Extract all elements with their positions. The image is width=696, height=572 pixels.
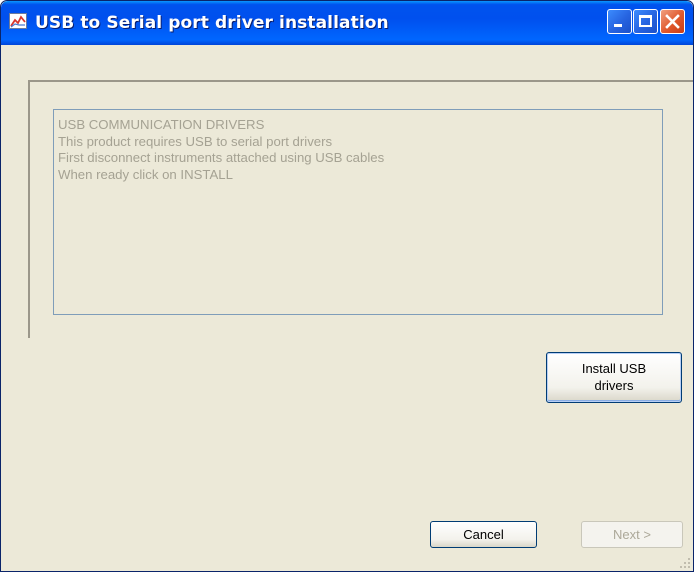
maximize-button[interactable] xyxy=(633,9,658,34)
install-button-label-line1: Install USB xyxy=(581,361,647,376)
cancel-button[interactable]: Cancel xyxy=(430,521,537,548)
window-title: USB to Serial port driver installation xyxy=(35,13,389,33)
resize-grip-icon[interactable] xyxy=(679,557,691,569)
installer-window: USB to Serial port driver installation U… xyxy=(0,0,694,572)
info-line: This product requires USB to serial port… xyxy=(58,133,333,149)
next-button[interactable]: Next > xyxy=(581,521,683,548)
title-bar[interactable]: USB to Serial port driver installation xyxy=(1,1,693,45)
info-line: USB COMMUNICATION DRIVERS xyxy=(58,117,265,132)
minimize-button[interactable] xyxy=(607,9,632,34)
close-icon xyxy=(665,14,680,29)
info-textbox[interactable]: USB COMMUNICATION DRIVERS This product r… xyxy=(53,109,663,315)
install-usb-drivers-button[interactable]: Install USB drivers xyxy=(546,352,682,403)
chart-app-icon xyxy=(9,13,27,29)
install-button-label-line2: drivers xyxy=(594,378,634,393)
info-line: First disconnect instruments attached us… xyxy=(58,150,385,165)
minimize-icon xyxy=(614,24,622,27)
maximize-icon xyxy=(639,15,652,27)
info-line: When ready click on INSTALL xyxy=(58,166,233,182)
close-button[interactable] xyxy=(660,9,685,34)
